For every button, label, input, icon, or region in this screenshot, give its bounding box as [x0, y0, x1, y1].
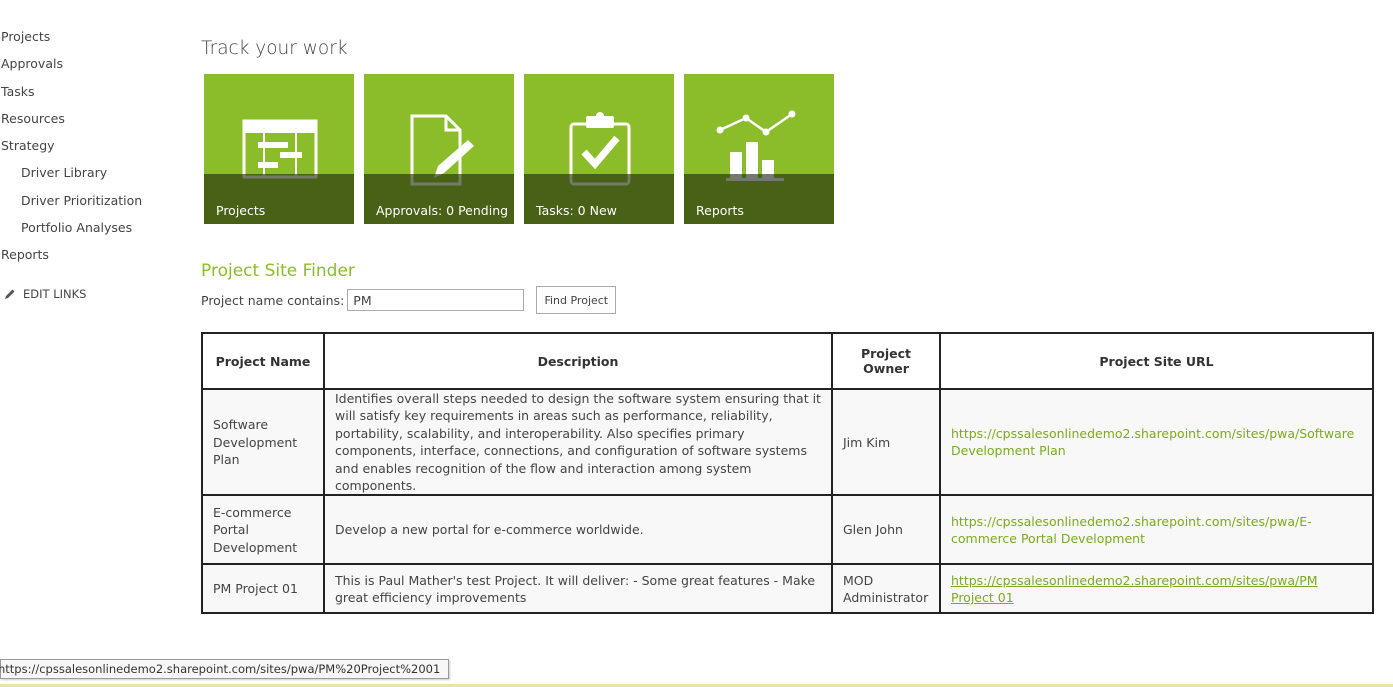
- tile-reports[interactable]: Reports: [684, 74, 834, 224]
- project-name-input[interactable]: [347, 289, 525, 311]
- tile-tasks[interactable]: Tasks: 0 New: [524, 74, 674, 224]
- url-cell: https://cpssalesonlinedemo2.sharepoint.c…: [939, 494, 1374, 566]
- tile-tasks-label: Tasks: 0 New: [536, 203, 617, 218]
- owner-cell: Glen John: [831, 494, 941, 566]
- status-bar-url: https://cpssalesonlinedemo2.sharepoint.c…: [0, 659, 450, 679]
- nav-item-approvals[interactable]: Approvals: [0, 54, 180, 81]
- edit-links-button[interactable]: EDIT LINKS: [4, 287, 86, 301]
- project-name-cell: PM Project 01: [201, 563, 325, 615]
- nav-item-portfolio-analyses[interactable]: Portfolio Analyses: [0, 218, 180, 245]
- column-header-project-site-url: Project Site URL: [939, 332, 1374, 390]
- project-name-cell: Software Development Plan: [201, 387, 325, 497]
- column-header-project-name: Project Name: [201, 332, 325, 390]
- table-header-row: Project Name Description Project Owner P…: [201, 332, 1374, 390]
- left-navigation: Projects Approvals Tasks Resources Strat…: [0, 27, 180, 273]
- project-name-cell: E-commerce Portal Development: [201, 494, 325, 566]
- table-row: E-commerce Portal Development Develop a …: [201, 494, 1374, 566]
- description-cell: Identifies overall steps needed to desig…: [323, 387, 833, 497]
- project-site-link[interactable]: https://cpssalesonlinedemo2.sharepoint.c…: [951, 514, 1312, 546]
- tile-reports-label: Reports: [696, 203, 744, 218]
- tile-approvals-label: Approvals: 0 Pending: [376, 203, 509, 218]
- nav-item-resources[interactable]: Resources: [0, 109, 180, 136]
- nav-item-strategy[interactable]: Strategy: [0, 136, 180, 163]
- nav-item-driver-library[interactable]: Driver Library: [0, 163, 180, 190]
- project-name-label: Project name contains:: [201, 292, 345, 308]
- promoted-links-tiles: Projects Approvals: 0 Pending Tasks: 0 N…: [204, 74, 834, 224]
- tile-projects[interactable]: Projects: [204, 74, 354, 224]
- tile-approvals[interactable]: Approvals: 0 Pending: [364, 74, 514, 224]
- project-results-table: Project Name Description Project Owner P…: [201, 332, 1374, 615]
- column-header-project-owner: Project Owner: [831, 332, 941, 390]
- project-site-link[interactable]: https://cpssalesonlinedemo2.sharepoint.c…: [951, 426, 1354, 458]
- url-cell: https://cpssalesonlinedemo2.sharepoint.c…: [939, 387, 1374, 497]
- owner-cell: Jim Kim: [831, 387, 941, 497]
- nav-item-tasks[interactable]: Tasks: [0, 82, 180, 109]
- table-row: Software Development Plan Identifies ove…: [201, 387, 1374, 497]
- owner-cell: MOD Administrator: [831, 563, 941, 615]
- description-cell: This is Paul Mather's test Project. It w…: [323, 563, 833, 615]
- find-project-button[interactable]: Find Project: [536, 286, 617, 314]
- pencil-icon: [5, 289, 15, 299]
- description-cell: Develop a new portal for e-commerce worl…: [323, 494, 833, 566]
- track-your-work-heading: Track your work: [201, 38, 348, 59]
- nav-item-reports[interactable]: Reports: [0, 245, 180, 272]
- finder-row: Project name contains: Find Project: [201, 286, 617, 314]
- nav-item-driver-prioritization[interactable]: Driver Prioritization: [0, 191, 180, 218]
- tile-projects-label: Projects: [216, 203, 266, 218]
- project-site-link[interactable]: https://cpssalesonlinedemo2.sharepoint.c…: [951, 573, 1318, 605]
- nav-item-projects[interactable]: Projects: [0, 27, 180, 54]
- table-row: PM Project 01 This is Paul Mather's test…: [201, 563, 1374, 615]
- column-header-description: Description: [323, 332, 833, 390]
- url-cell: https://cpssalesonlinedemo2.sharepoint.c…: [939, 563, 1374, 615]
- edit-links-label: EDIT LINKS: [23, 287, 87, 301]
- project-site-finder-heading: Project Site Finder: [201, 261, 355, 281]
